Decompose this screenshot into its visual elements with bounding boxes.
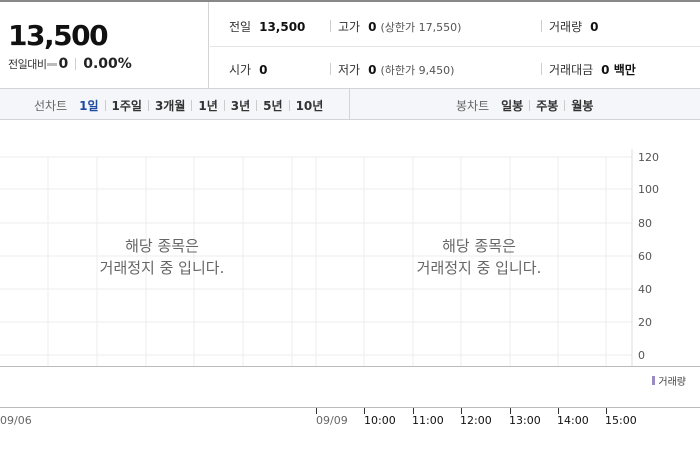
divider <box>75 58 77 70</box>
volume-chart: 거래량 <box>0 366 700 408</box>
low-price: 저가 0 (하한가 9,450) <box>338 61 454 78</box>
tab-5y[interactable]: 5년 <box>263 97 282 114</box>
trade-amount-value: 0 백만 <box>601 63 636 77</box>
candle-chart-label: 봉차트 <box>456 99 490 113</box>
volume: 거래량 0 <box>549 18 602 35</box>
tab-1y[interactable]: 1년 <box>198 97 217 114</box>
lower-limit: (하한가 9,450) <box>380 64 455 77</box>
row-divider <box>210 46 700 47</box>
notice-line: 거래정지 중 입니다. <box>99 259 225 277</box>
upper-limit: (상한가 17,550) <box>380 21 462 34</box>
tab-monthly[interactable]: 월봉 <box>571 97 593 114</box>
tab-divider <box>564 100 566 111</box>
trade-amount: 거래대금 0 백만 <box>549 61 640 78</box>
tab-divider <box>104 100 106 111</box>
notice-line: 해당 종목은 <box>442 237 516 255</box>
tab-1w[interactable]: 1주일 <box>112 97 142 114</box>
tab-divider <box>288 100 290 111</box>
y-tick: 120 <box>638 151 659 164</box>
low-label: 저가 <box>338 63 361 77</box>
current-price: 13,500 <box>8 19 109 52</box>
price-chart: 120 100 80 60 40 20 0 해당 종목은 거래정지 중 입니다.… <box>0 121 700 367</box>
y-tick: 100 <box>638 183 659 196</box>
x-tick-label: 10:00 <box>364 414 396 427</box>
divider <box>330 63 331 75</box>
y-tick: 0 <box>638 349 645 362</box>
divider <box>541 63 542 75</box>
trading-halt-notice-left: 해당 종목은 거래정지 중 입니다. <box>42 235 282 279</box>
x-tick-label: 15:00 <box>605 414 637 427</box>
trading-halt-notice-right: 해당 종목은 거래정지 중 입니다. <box>359 235 599 279</box>
open-value: 0 <box>259 63 268 77</box>
tab-divider <box>191 100 193 111</box>
trade-amount-label: 거래대금 <box>549 63 594 77</box>
x-axis: 09/06 09/09 10:00 11:00 12:00 13:00 14:0… <box>0 408 700 450</box>
volume-legend-label: 거래량 <box>658 377 686 388</box>
change-label: 전일대비 <box>8 58 47 71</box>
volume-legend: 거래량 <box>652 373 686 388</box>
x-tick-label: 13:00 <box>509 414 541 427</box>
open-price: 시가 0 <box>229 61 271 78</box>
low-value: 0 <box>368 63 377 77</box>
tab-divider <box>223 100 225 111</box>
tab-divider <box>256 100 258 111</box>
chart-period-tabs: 선차트 1일 1주일 3개월 1년 3년 5년 10년 봉차트 일봉 주봉 월봉 <box>0 89 700 120</box>
y-tick: 80 <box>638 217 652 230</box>
tab-10y[interactable]: 10년 <box>296 97 324 114</box>
tab-1d[interactable]: 1일 <box>79 97 98 114</box>
high-value: 0 <box>368 20 377 34</box>
tab-daily[interactable]: 일봉 <box>501 97 523 114</box>
open-label: 시가 <box>229 63 252 77</box>
notice-line: 해당 종목은 <box>125 237 199 255</box>
line-chart-tabs: 선차트 1일 1주일 3개월 1년 3년 5년 10년 <box>34 97 323 114</box>
tab-3y[interactable]: 3년 <box>231 97 250 114</box>
tab-3m[interactable]: 3개월 <box>155 97 185 114</box>
tab-divider <box>529 100 531 111</box>
volume-value: 0 <box>590 20 599 34</box>
x-tick-label: 11:00 <box>412 414 444 427</box>
divider <box>541 20 542 32</box>
volume-swatch <box>652 376 656 385</box>
prev-close-value: 13,500 <box>259 20 306 34</box>
change-rate: 0.00% <box>83 56 132 72</box>
y-tick: 60 <box>638 250 652 263</box>
x-tick-label: 09/09 <box>316 414 348 427</box>
volume-label: 거래량 <box>549 20 583 34</box>
flat-change-icon <box>47 62 58 66</box>
y-tick: 40 <box>638 283 652 296</box>
prev-close-label: 전일 <box>229 20 252 34</box>
change-row: 전일대비 0 0.00% <box>8 56 132 72</box>
x-tick-label: 14:00 <box>557 414 589 427</box>
change-value: 0 <box>58 56 69 72</box>
tab-divider <box>147 100 149 111</box>
notice-line: 거래정지 중 입니다. <box>416 259 542 277</box>
tab-weekly[interactable]: 주봉 <box>536 97 558 114</box>
price-box: 13,500 전일대비 0 0.00% <box>0 2 209 89</box>
prev-close: 전일 13,500 <box>229 18 309 35</box>
stock-summary: 13,500 전일대비 0 0.00% 전일 13,500 고가 0 (상한가 … <box>0 0 700 89</box>
x-tick-label: 12:00 <box>460 414 492 427</box>
high-price: 고가 0 (상한가 17,550) <box>338 18 461 35</box>
tabs-divider <box>349 89 350 119</box>
line-chart-label: 선차트 <box>34 99 68 113</box>
y-tick: 20 <box>638 316 652 329</box>
x-tick-label: 09/06 <box>0 414 32 427</box>
candle-chart-tabs: 봉차트 일봉 주봉 월봉 <box>456 97 593 114</box>
divider <box>330 20 331 32</box>
high-label: 고가 <box>338 20 361 34</box>
